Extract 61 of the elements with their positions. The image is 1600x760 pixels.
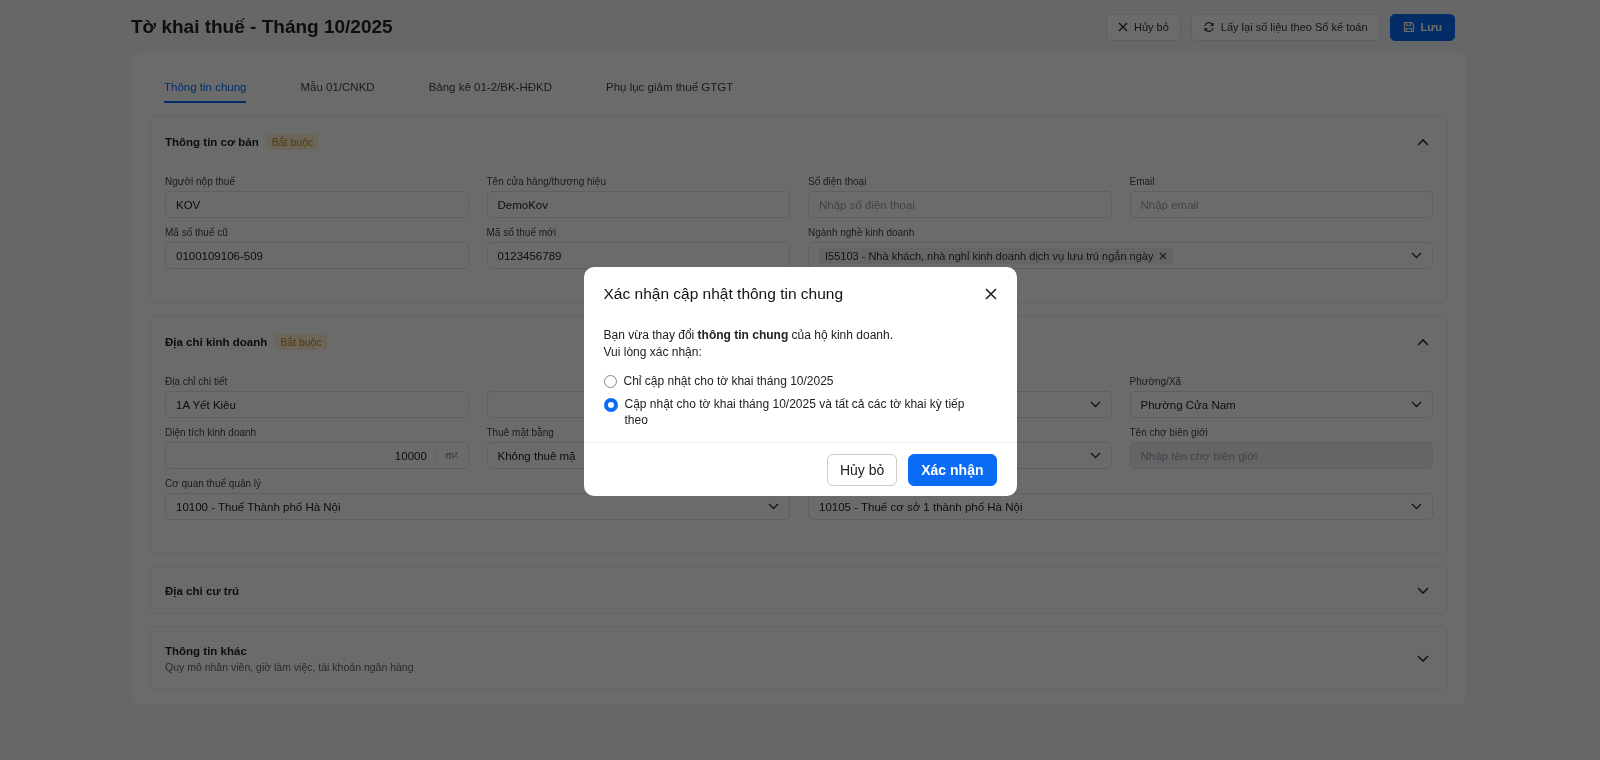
field-label: Tên cửa hàng/thương hiệu [486, 176, 606, 188]
dialog-prompt: Vui lòng xác nhận: [603, 343, 703, 361]
select-field[interactable]: 10105 - Thuế cơ sở 1 thành phố Hà Nội [808, 493, 1433, 520]
header-button[interactable]: Lấy lại số liệu theo Sổ kế toán [1190, 13, 1380, 41]
field-label: Người nộp thuế [165, 176, 235, 188]
chevron-down-icon [1411, 252, 1422, 259]
field-label: Tên chợ biên giới [1129, 427, 1208, 439]
confirm-button[interactable]: Xác nhận [908, 453, 997, 486]
header-button[interactable]: Hủy bỏ [1105, 13, 1181, 41]
field-label: Phường/Xã [1129, 376, 1182, 388]
select-field[interactable]: I55103 - Nhà khách, nhà nghỉ kinh doanh dịch vụ lưu trú ngắn ngày [808, 242, 1433, 269]
dialog-message: Bạn vừa thay đổi thông tin chung của hộ kinh doanh. [603, 326, 894, 344]
chevron-down-icon [768, 503, 779, 510]
chevron-down-icon[interactable] [1417, 587, 1429, 595]
dialog-title: Xác nhận cập nhật thông tin chung [603, 284, 844, 303]
select-field[interactable]: Phường Cửa Nam [1129, 391, 1433, 418]
close-icon [1117, 22, 1128, 32]
required-badge: Bắt buộc [266, 134, 319, 150]
close-icon[interactable] [984, 287, 997, 300]
tab[interactable]: Bảng kê 01-2/BK-HĐKD [428, 69, 552, 103]
chevron-down-icon [1411, 401, 1422, 408]
tab[interactable]: Thông tin chung [164, 69, 247, 103]
chevron-up-icon[interactable] [1417, 138, 1429, 146]
field-label: Email [1129, 176, 1155, 188]
input-field[interactable]: KOV [165, 191, 469, 218]
cancel-button[interactable]: Hủy bỏ [826, 453, 898, 486]
section-title: Địa chỉ cư trú [165, 585, 240, 597]
section-title: Thông tin khác [165, 645, 247, 657]
chevron-down-icon [1089, 401, 1101, 408]
section-title: Thông tin cơ bản [165, 136, 259, 148]
input-field[interactable]: DemoKov [486, 191, 790, 218]
input-field[interactable]: 1A Yết Kiêu [165, 391, 469, 418]
select-field[interactable]: 10100 - Thuế Thành phố Hà Nội [165, 493, 790, 520]
field-label: Cơ quan thuế quản lý [165, 478, 262, 490]
input-field[interactable]: 0123456789 [486, 242, 790, 269]
chevron-down-icon [1411, 503, 1422, 510]
field-label: Mã số thuế cũ [165, 227, 228, 239]
chevron-down-icon[interactable] [1417, 655, 1429, 663]
field-label: Thuê mặt bằng [486, 427, 554, 439]
chevron-up-icon[interactable] [1417, 338, 1429, 346]
header-button[interactable]: Lưu [1389, 13, 1455, 41]
radio-button[interactable] [603, 374, 617, 388]
field-label: Địa chỉ chi tiết [165, 376, 228, 388]
section-title: Địa chỉ kinh doanh [165, 336, 268, 348]
tag-chip: I55103 - Nhà khách, nhà nghỉ kinh doanh dịch vụ lưu trú ngắn ngày [819, 247, 1174, 264]
radio-button[interactable] [603, 397, 618, 412]
field-label: Ngành nghề kinh doanh [808, 227, 915, 239]
tab[interactable]: Mẫu 01/CNKD [300, 69, 375, 103]
required-badge: Bắt buộc [275, 334, 327, 350]
field-label: Số điện thoại [808, 176, 867, 188]
field-label: Mã số thuế mới [486, 227, 556, 239]
chevron-down-icon [1089, 452, 1101, 459]
option-label[interactable]: Cập nhật cho tờ khai tháng 10/2025 và tất cả các tờ khai kỳ tiếp theo [624, 395, 975, 428]
page-title: Tờ khai thuế - Tháng 10/2025 [131, 16, 393, 38]
section-subtitle: Quy mô nhân viên, giờ làm việc, tài khoản ngân hàng [165, 661, 414, 673]
save-icon [1402, 21, 1415, 33]
refresh-icon [1202, 21, 1215, 33]
option-label[interactable]: Chỉ cập nhật cho tờ khai tháng 10/2025 [623, 372, 834, 389]
input-field[interactable]: 0100109106-509 [165, 242, 469, 269]
tab[interactable]: Phụ lục giảm thuế GTGT [606, 69, 734, 103]
field-label: Diện tích kinh doanh [165, 427, 257, 439]
